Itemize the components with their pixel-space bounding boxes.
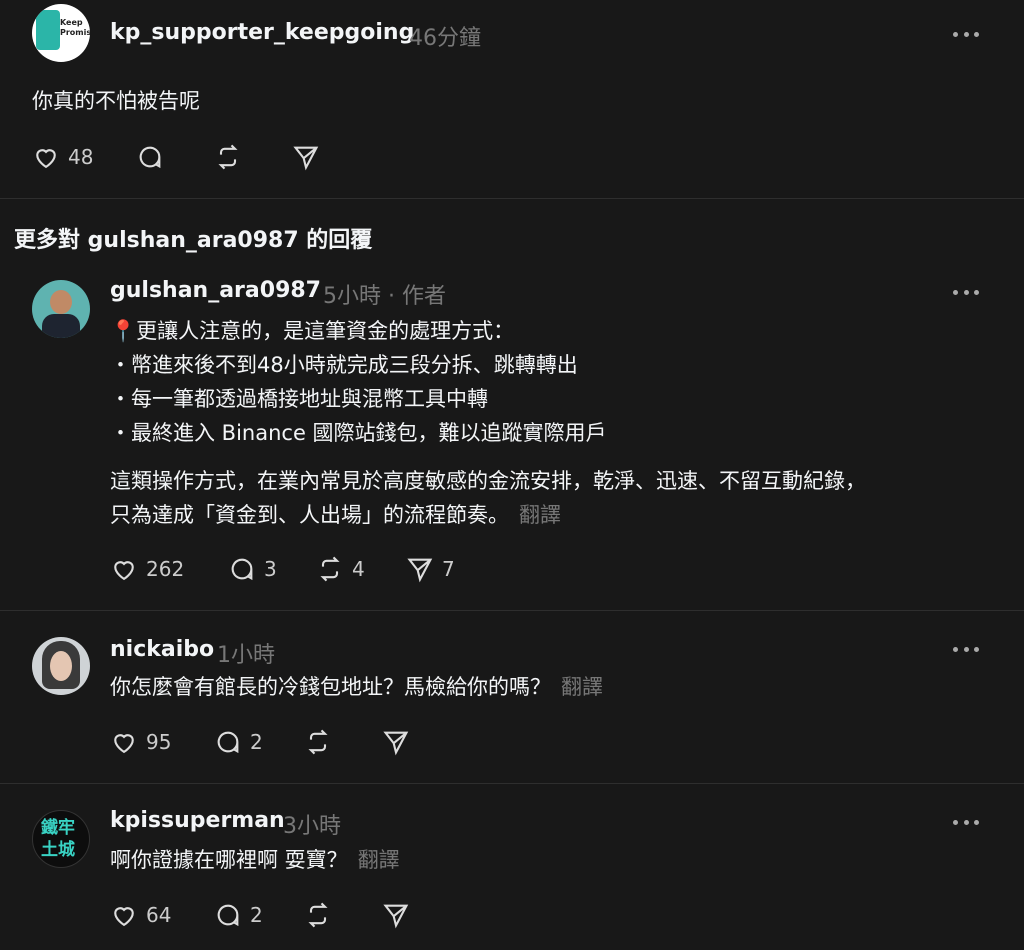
post-text-line: 啊你證據在哪裡啊 耍寶？ 翻譯 (110, 843, 400, 877)
repost-icon (308, 902, 328, 928)
repost-button[interactable] (304, 900, 332, 930)
like-button[interactable]: 95 (110, 727, 171, 757)
reply-count: 2 (250, 903, 263, 927)
send-icon (383, 731, 409, 756)
post-text: 啊你證據在哪裡啊 耍寶？ (110, 848, 348, 872)
reply-button[interactable]: 2 (214, 900, 263, 930)
post-kp-supporter: Keep Promise kp_supporter_keepgoing 46分鐘… (0, 0, 1024, 198)
repost-icon (320, 556, 340, 582)
send-icon (293, 146, 319, 171)
more-options-icon[interactable] (953, 28, 979, 40)
avatar-text: 土城 (41, 840, 75, 860)
more-options-icon[interactable] (953, 816, 979, 828)
share-button[interactable] (382, 727, 410, 757)
post-actions: 95 2 (110, 727, 430, 757)
post-text: 你怎麼會有館長的冷錢包地址？馬檢給你的嗎？ (110, 675, 551, 699)
avatar[interactable] (32, 637, 90, 695)
avatar-text: 鐵牢 (41, 818, 75, 838)
post-paragraph-line: 只為達成「資金到、人出場」的流程節奏。 翻譯 (110, 498, 561, 532)
reply-button[interactable]: 2 (214, 727, 263, 757)
reply-count: 2 (250, 730, 263, 754)
post-paragraph-line: 這類操作方式，在業內常見於高度敏感的金流安排，乾淨、迅速、不留互動紀錄， (110, 469, 866, 493)
timestamp: 3小時 (283, 814, 341, 839)
username[interactable]: kpissuperman (110, 808, 285, 833)
heart-icon (114, 734, 134, 754)
like-button[interactable]: 48 (32, 142, 93, 172)
username[interactable]: kp_supporter_keepgoing (110, 20, 414, 45)
comment-icon (217, 904, 239, 927)
avatar[interactable]: 鐵牢 土城 (32, 810, 90, 868)
username[interactable]: nickaibo (110, 637, 214, 662)
repost-button[interactable] (214, 142, 242, 172)
avatar-face-icon (50, 651, 72, 681)
share-button[interactable]: 7 (406, 554, 455, 584)
post-actions: 64 2 (110, 900, 430, 930)
like-button[interactable]: 262 (110, 554, 184, 584)
heart-icon (114, 907, 134, 927)
repost-count: 4 (352, 557, 365, 581)
post-nickaibo: nickaibo 1小時 你怎麼會有館長的冷錢包地址？馬檢給你的嗎？ 翻譯 95 … (0, 611, 1024, 783)
like-count: 48 (68, 145, 94, 169)
avatar[interactable]: Keep Promise (32, 4, 90, 62)
repost-button[interactable]: 4 (316, 554, 365, 584)
translate-link[interactable]: 翻譯 (561, 675, 603, 699)
timestamp: 1小時 (217, 643, 275, 668)
post-gulshan: gulshan_ara0987 5小時 · 作者 📍更讓人注意的，是這筆資金的處… (0, 270, 1024, 610)
like-count: 262 (146, 557, 185, 581)
avatar[interactable] (32, 280, 90, 338)
avatar-suit-icon (42, 314, 80, 338)
post-actions: 262 3 4 7 (110, 554, 470, 584)
post-paragraph-text: 只為達成「資金到、人出場」的流程節奏。 (110, 503, 509, 527)
send-icon (383, 904, 409, 929)
repost-button[interactable] (304, 727, 332, 757)
comment-icon (231, 558, 253, 581)
more-options-icon[interactable] (953, 286, 979, 298)
like-count: 95 (146, 730, 172, 754)
repost-icon (308, 729, 328, 755)
repost-icon (218, 144, 238, 170)
post-text: 你真的不怕被告呢 (32, 89, 200, 113)
heart-icon (36, 149, 56, 169)
avatar-logo-icon (36, 10, 60, 50)
username[interactable]: gulshan_ara0987 (110, 278, 321, 303)
send-icon (407, 558, 433, 583)
post-text-line: 你怎麼會有館長的冷錢包地址？馬檢給你的嗎？ 翻譯 (110, 670, 603, 704)
more-options-icon[interactable] (953, 643, 979, 655)
share-button[interactable] (292, 142, 320, 172)
section-title: 更多對 gulshan_ara0987 的回覆 (14, 228, 373, 253)
post-line: 📍更讓人注意的，是這筆資金的處理方式： (110, 319, 515, 343)
translate-link[interactable]: 翻譯 (358, 848, 400, 872)
post-line: ・每一筆都透過橋接地址與混幣工具中轉 (110, 387, 488, 411)
share-button[interactable] (382, 900, 410, 930)
reply-button[interactable] (136, 142, 164, 172)
reply-button[interactable]: 3 (228, 554, 277, 584)
timestamp: 5小時 · 作者 (323, 284, 446, 309)
divider (0, 198, 1024, 199)
post-actions: 48 (32, 142, 332, 172)
reply-count: 3 (264, 557, 277, 581)
post-line: ・最終進入 Binance 國際站錢包，難以追蹤實際用戶 (110, 421, 607, 445)
share-count: 7 (442, 557, 455, 581)
post-kpissuperman: 鐵牢 土城 kpissuperman 3小時 啊你證據在哪裡啊 耍寶？ 翻譯 64… (0, 784, 1024, 950)
like-count: 64 (146, 903, 172, 927)
translate-link[interactable]: 翻譯 (519, 503, 561, 527)
like-button[interactable]: 64 (110, 900, 171, 930)
post-line: ・幣進來後不到48小時就完成三段分拆、跳轉轉出 (110, 353, 578, 377)
comment-icon (139, 146, 161, 169)
timestamp: 46分鐘 (409, 26, 481, 51)
heart-icon (114, 561, 134, 581)
avatar-text: Keep Promise (60, 18, 90, 37)
avatar-figure-icon (50, 290, 72, 314)
comment-icon (217, 731, 239, 754)
